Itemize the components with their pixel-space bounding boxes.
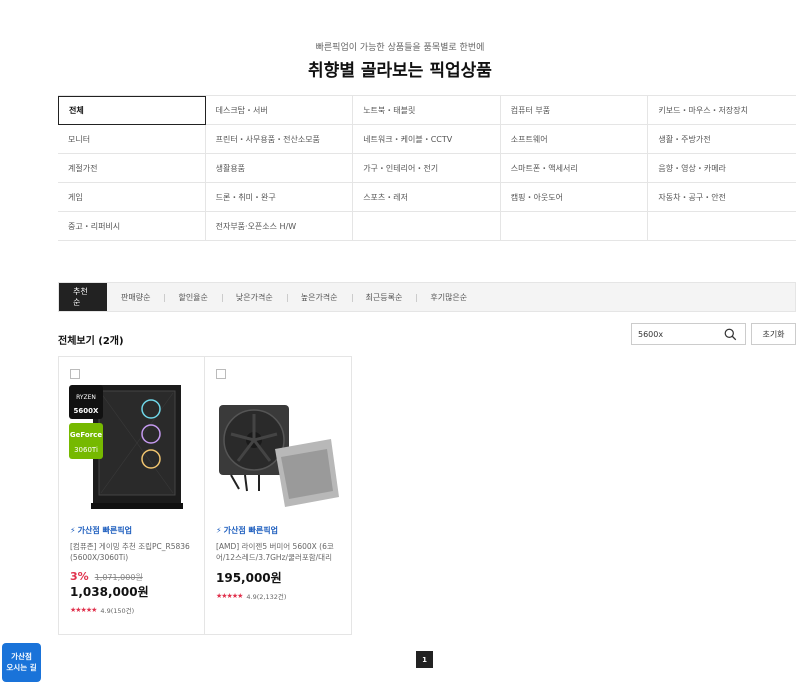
directions-floating-button[interactable]: 가산점 오시는 길 bbox=[2, 643, 41, 682]
category-item[interactable]: 스마트폰・액세서리 bbox=[500, 154, 649, 183]
directions-line2: 오시는 길 bbox=[6, 663, 37, 672]
sort-tab-reviews[interactable]: 후기많은순 bbox=[416, 283, 481, 311]
product-checkbox[interactable] bbox=[216, 369, 226, 379]
sort-tab-recommended[interactable]: 추천순 bbox=[59, 283, 107, 311]
product-image-cpu-cooler[interactable] bbox=[215, 379, 343, 513]
category-item[interactable]: 노트북・태블릿 bbox=[353, 96, 501, 125]
product-rating: ★★★★★ 4.9(2,132건) bbox=[216, 591, 286, 601]
cpu-tag-brand: RYZEN bbox=[76, 394, 96, 401]
sort-tab-low-price[interactable]: 낮은가격순 bbox=[221, 283, 287, 311]
category-item[interactable]: 소프트웨어 bbox=[500, 125, 649, 154]
star-rating-icon: ★★★★★ bbox=[70, 606, 97, 614]
category-item[interactable]: 음향・영상・카메라 bbox=[648, 154, 796, 183]
category-item[interactable]: 컴퓨터 부품 bbox=[500, 96, 649, 125]
category-item[interactable]: 프린터・사무용품・전산소모품 bbox=[205, 125, 354, 154]
category-item[interactable]: 모니터 bbox=[58, 125, 206, 154]
product-card[interactable]: RYZEN 5600X GeForce 3060Ti ⚡ 가산점 빠른픽업 [컴… bbox=[58, 356, 205, 635]
page-button-current[interactable]: 1 bbox=[416, 651, 433, 668]
category-all[interactable]: 전체 bbox=[58, 96, 206, 125]
category-empty bbox=[500, 212, 649, 241]
search-box bbox=[631, 323, 746, 345]
gpu-tag-brand: GeForce bbox=[70, 431, 102, 439]
original-price: 1,071,000원 bbox=[94, 573, 143, 582]
product-list: RYZEN 5600X GeForce 3060Ti ⚡ 가산점 빠른픽업 [컴… bbox=[58, 356, 352, 635]
category-item[interactable]: 중고・리퍼비시 bbox=[58, 212, 206, 241]
star-rating-icon: ★★★★★ bbox=[216, 592, 243, 600]
sort-bar: 추천순 판매량순 할인율순 낮은가격순 높은가격순 최근등록순 후기많은순 bbox=[58, 282, 796, 312]
rating-value: 4.9(2,132건) bbox=[246, 593, 287, 601]
category-item[interactable]: 데스크탑・서버 bbox=[205, 96, 354, 125]
product-price: 195,000원 bbox=[216, 571, 282, 585]
pickup-badge: ⚡ 가산점 빠른픽업 bbox=[70, 525, 132, 536]
sort-tab-sales[interactable]: 판매량순 bbox=[107, 283, 164, 311]
category-item[interactable]: 게임 bbox=[58, 183, 206, 212]
product-image-gaming-pc[interactable]: RYZEN 5600X GeForce 3060Ti bbox=[69, 379, 197, 513]
category-item[interactable]: 드론・취미・완구 bbox=[205, 183, 354, 212]
discount-rate: 3% bbox=[70, 570, 89, 583]
lightning-icon: ⚡ bbox=[216, 526, 222, 535]
product-card[interactable]: ⚡ 가산점 빠른픽업 [AMD] 라이젠5 버미어 5600X (6코어/12스… bbox=[205, 356, 352, 635]
product-rating: ★★★★★ 4.9(150건) bbox=[70, 605, 134, 615]
category-item[interactable]: 캠핑・아웃도어 bbox=[500, 183, 649, 212]
category-empty bbox=[353, 212, 501, 241]
category-grid: 전체 데스크탑・서버 노트북・태블릿 컴퓨터 부품 키보드・마우스・저장장치 모… bbox=[58, 95, 796, 241]
cpu-tag-model: 5600X bbox=[74, 407, 99, 415]
category-item[interactable]: 전자부품·오픈소스 H/W bbox=[205, 212, 354, 241]
category-item[interactable]: 키보드・마우스・저장장치 bbox=[648, 96, 796, 125]
sort-tab-high-price[interactable]: 높은가격순 bbox=[286, 283, 352, 311]
category-item[interactable]: 가구・인테리어・전기 bbox=[353, 154, 501, 183]
sort-tab-discount[interactable]: 할인율순 bbox=[164, 283, 221, 311]
search-input[interactable] bbox=[638, 329, 723, 339]
category-item[interactable]: 네트워크・케이블・CCTV bbox=[353, 125, 501, 154]
category-item[interactable]: 자동차・공구・안전 bbox=[648, 183, 796, 212]
gpu-tag-model: 3060Ti bbox=[74, 446, 98, 454]
search-icon[interactable] bbox=[724, 328, 737, 341]
pickup-badge-label: 가산점 빠른픽업 bbox=[77, 526, 132, 535]
category-item[interactable]: 스포츠・레저 bbox=[353, 183, 501, 212]
category-empty bbox=[648, 212, 796, 241]
discount-row: 3% 1,071,000원 bbox=[70, 570, 143, 583]
pickup-badge-label: 가산점 빠른픽업 bbox=[223, 526, 278, 535]
product-name[interactable]: [AMD] 라이젠5 버미어 5600X (6코어/12스레드/3.7GHz/쿨… bbox=[216, 541, 342, 563]
category-item[interactable]: 계절가전 bbox=[58, 154, 206, 183]
lightning-icon: ⚡ bbox=[70, 526, 76, 535]
directions-line1: 가산점 bbox=[11, 652, 32, 661]
page-subtitle: 빠른픽업이 가능한 상품들을 품목별로 한번에 bbox=[315, 43, 485, 53]
sort-tab-newest[interactable]: 최근등록순 bbox=[351, 283, 417, 311]
category-item[interactable]: 생활용품 bbox=[205, 154, 354, 183]
category-item[interactable]: 생활・주방가전 bbox=[648, 125, 796, 154]
pickup-badge: ⚡ 가산점 빠른픽업 bbox=[216, 525, 278, 536]
product-checkbox[interactable] bbox=[70, 369, 80, 379]
result-count: 전체보기 (2개) bbox=[58, 336, 124, 347]
product-name[interactable]: [컴퓨존] 게이밍 추천 조립PC_R5836 (5600X/3060Ti) bbox=[70, 541, 196, 563]
reset-button[interactable]: 초기화 bbox=[751, 323, 796, 345]
page-title: 취향별 골라보는 픽업상품 bbox=[308, 61, 492, 81]
product-price: 1,038,000원 bbox=[70, 585, 149, 599]
rating-value: 4.9(150건) bbox=[100, 607, 135, 615]
